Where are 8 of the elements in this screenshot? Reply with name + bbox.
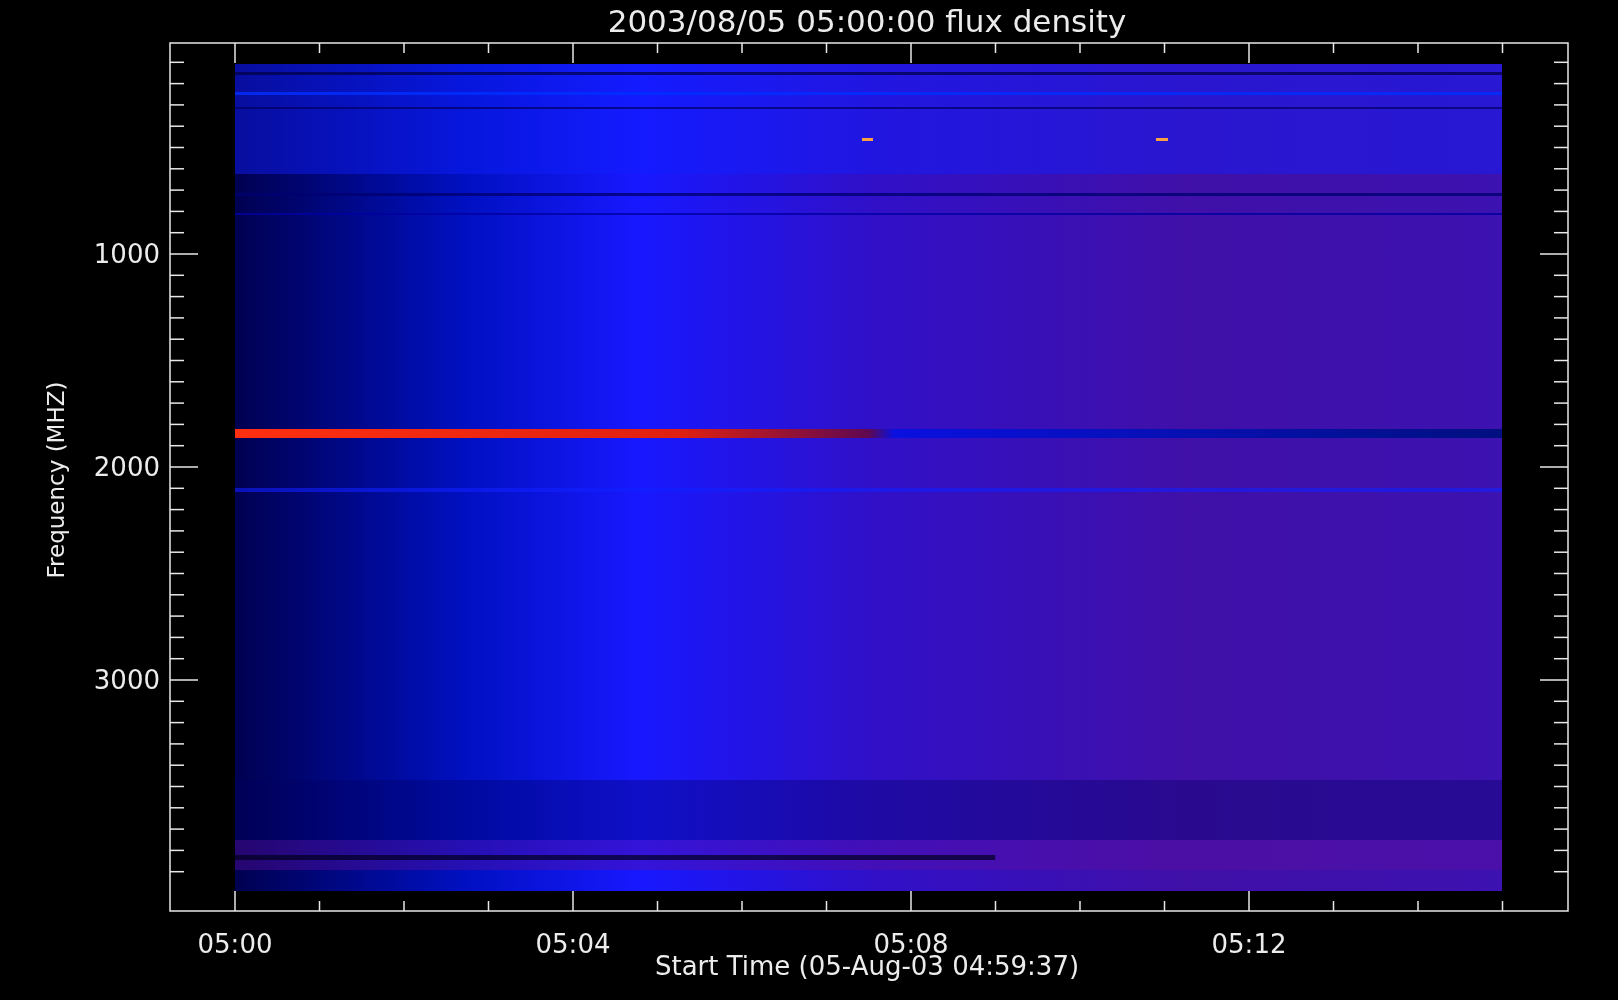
tick-label: 05:12 bbox=[1211, 929, 1287, 959]
tick-label: 2000 bbox=[93, 452, 160, 482]
tick-label: 05:00 bbox=[197, 929, 273, 959]
tick-label: 3000 bbox=[93, 665, 160, 695]
tick-label: 1000 bbox=[93, 239, 160, 269]
tick-label: 05:04 bbox=[535, 929, 611, 959]
plot-title: 2003/08/05 05:00:00 flux density bbox=[607, 3, 1127, 39]
axis-label: Frequency (MHZ) bbox=[43, 381, 69, 579]
